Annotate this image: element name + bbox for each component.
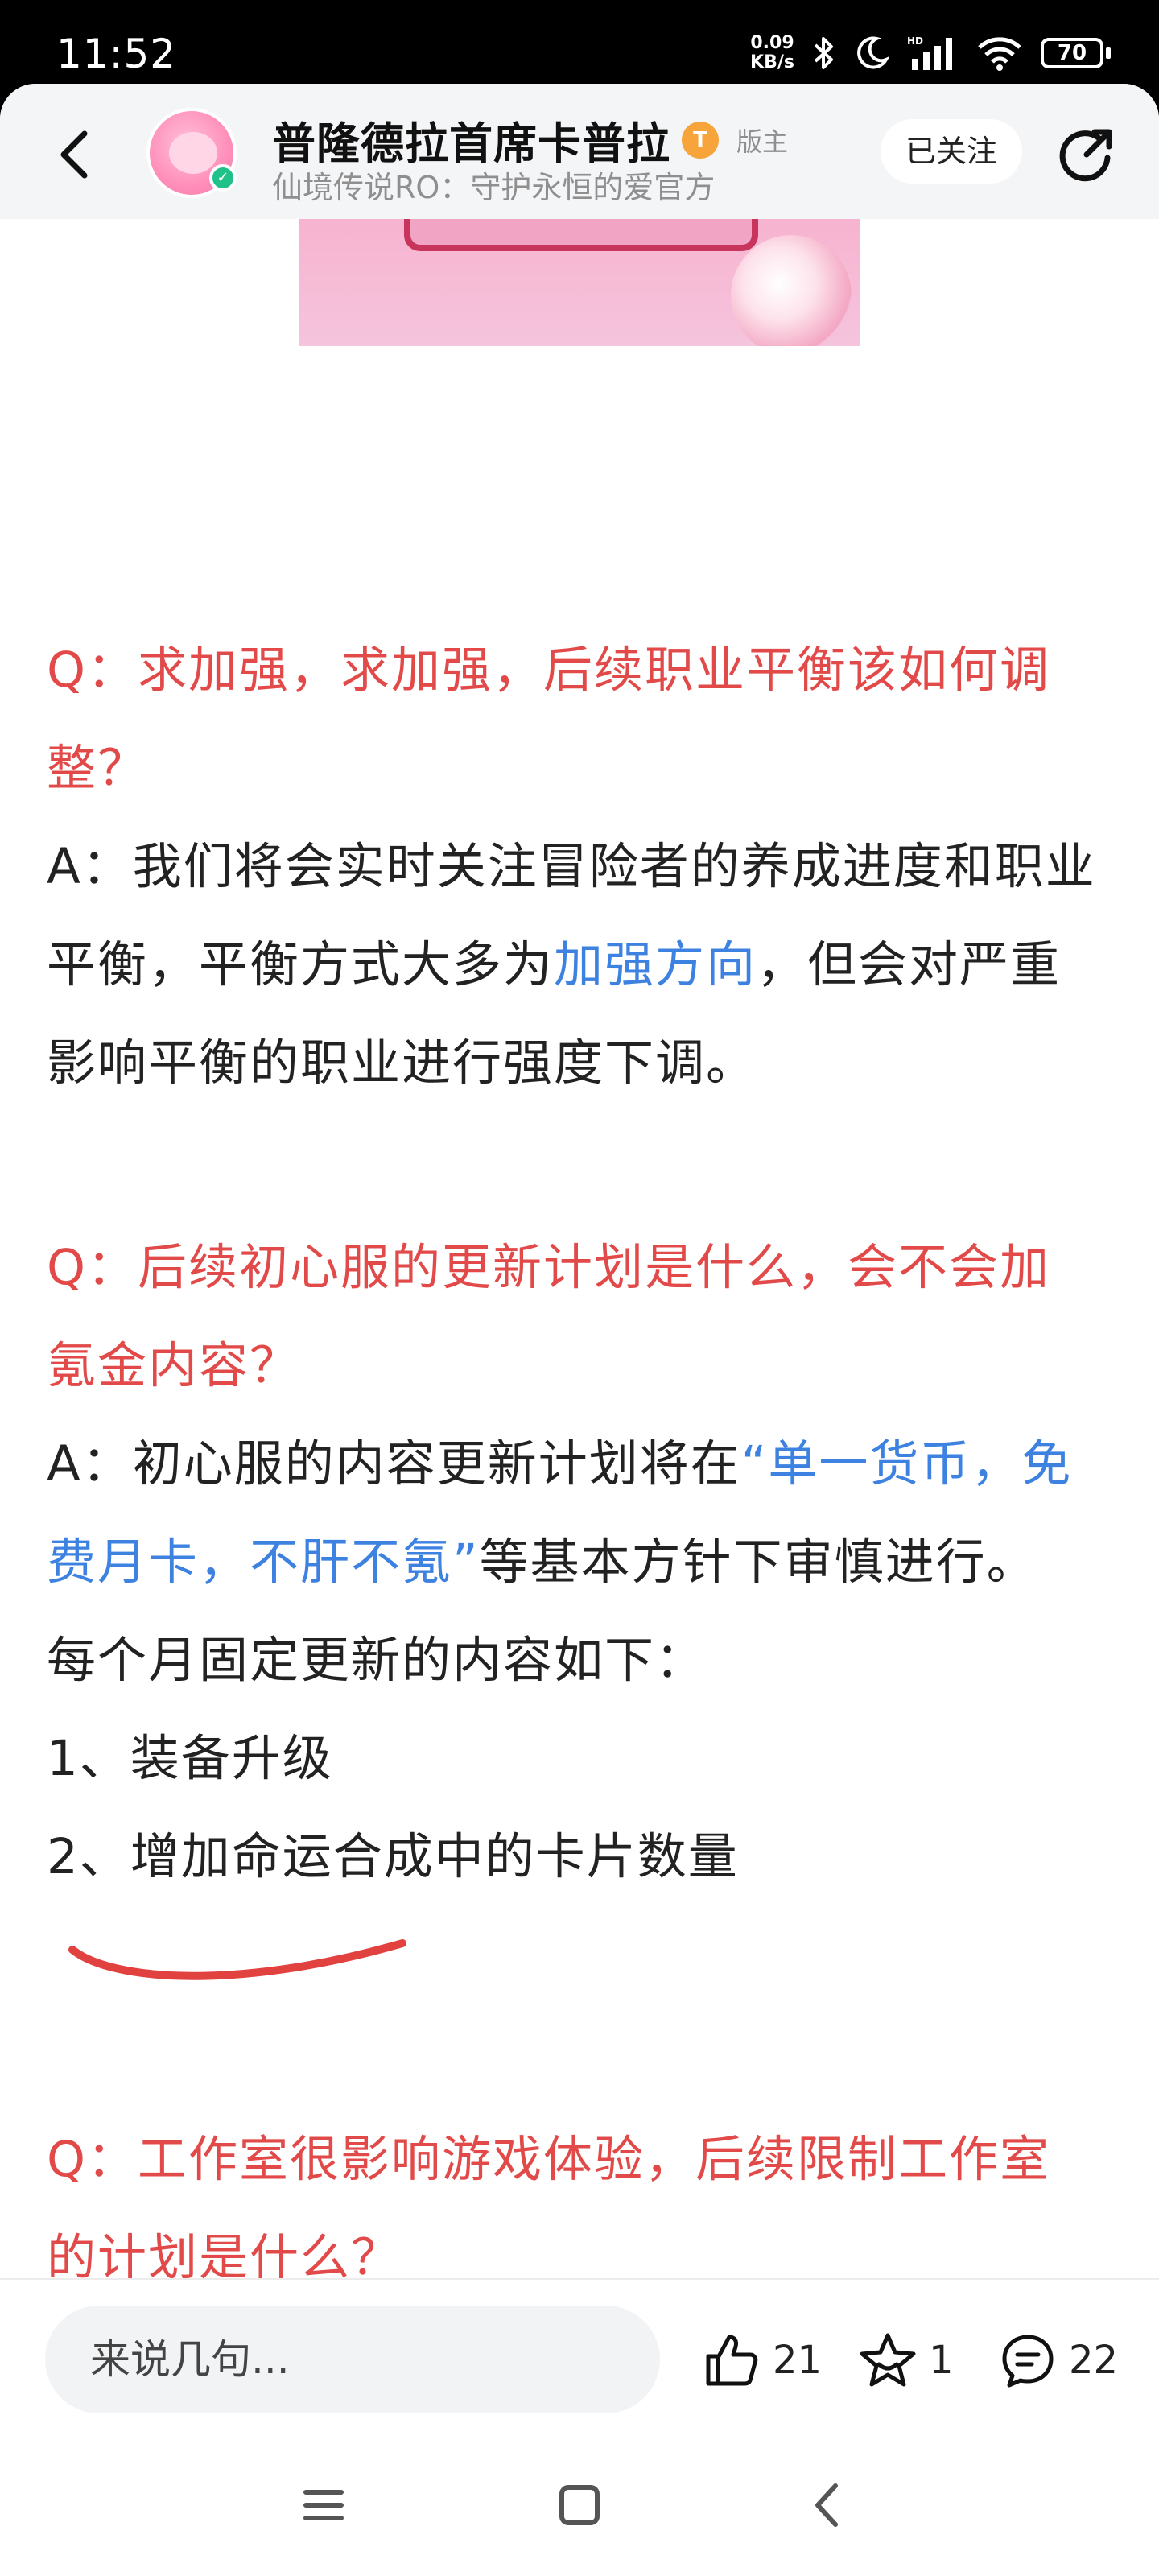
menu-icon[interactable] <box>291 2473 356 2537</box>
answer-2-line-1: A：初心服的内容更新计划将在“单一货币，免 <box>47 1415 1117 1513</box>
comment-count: 22 <box>1069 2338 1119 2383</box>
follow-button[interactable]: 已关注 <box>881 119 1022 184</box>
home-square-icon[interactable] <box>547 2473 612 2537</box>
status-icons: 0.09 KB/s HD 70 <box>750 29 1111 77</box>
question-1-line-2: 整？ <box>47 740 149 797</box>
comment-input[interactable]: 来说几句... <box>45 2306 660 2413</box>
comment-bubble-icon <box>1002 2334 1054 2388</box>
answer-1-line-2: 平衡，平衡方式大多为加强方向，但会对严重 <box>47 916 1117 1014</box>
banner-flower <box>731 235 852 346</box>
battery-tip <box>1106 47 1111 59</box>
share-icon[interactable] <box>1054 122 1119 187</box>
banner-frame <box>404 219 758 251</box>
system-nav-bar <box>0 2425 1159 2576</box>
avatar-image <box>169 132 217 174</box>
answer-1-line-1: A：我们将会实时关注冒险者的养成进度和职业 <box>47 838 1096 895</box>
svg-text:HD: HD <box>907 35 923 47</box>
bluetooth-icon <box>814 37 833 69</box>
answer-2-line-3: 每个月固定更新的内容如下： <box>47 1632 707 1689</box>
answer-2-line-1-prefix: A：初心服的内容更新计划将在 <box>47 1435 741 1492</box>
forum-subtitle[interactable]: 仙境传说RO：守护永恒的爱官方 <box>272 163 715 207</box>
red-underline-annotation <box>68 1939 406 1980</box>
wifi-icon <box>978 37 1021 71</box>
star-icon <box>860 2333 916 2387</box>
answer-2-highlight-2: 费月卡，不肝不氪” <box>47 1534 480 1591</box>
back-chevron-icon[interactable] <box>797 2473 861 2537</box>
like-count: 21 <box>773 2338 823 2383</box>
answer-1-line-3: 影响平衡的职业进行强度下调。 <box>47 1034 757 1092</box>
answer-1: A：我们将会实时关注冒险者的养成进度和职业 平衡，平衡方式大多为加强方向，但会对… <box>47 818 1117 1113</box>
moderator-tag: 版主 <box>736 126 789 157</box>
like-button[interactable]: 21 <box>702 2328 822 2392</box>
question-1: Q：求加强，求加强，后续职业平衡该如何调 整？ <box>47 621 1117 818</box>
back-arrow-icon[interactable] <box>44 122 109 187</box>
post-content: Q：求加强，求加强，后续职业平衡该如何调 整？ A：我们将会实时关注冒险者的养成… <box>0 219 1159 2286</box>
thumbs-up-icon <box>706 2334 758 2386</box>
question-3-line-1: Q：工作室很影响游戏体验，后续限制工作室 <box>47 2131 1051 2188</box>
answer-2-highlight-1: “单一货币，免 <box>740 1435 1073 1492</box>
network-speed-unit: KB/s <box>750 52 794 72</box>
comment-button[interactable]: 22 <box>998 2328 1118 2392</box>
comment-bar: 来说几句... 21 1 22 <box>0 2280 1159 2425</box>
answer-2-line-2-suffix: 等基本方针下审慎进行。 <box>479 1534 1037 1591</box>
answer-1-highlight: 加强方向 <box>554 936 757 993</box>
signal-icon: HD <box>907 35 952 70</box>
answer-1-line-2-suffix: ，但会对严重 <box>757 936 1062 993</box>
network-speed-value: 0.09 <box>750 33 794 53</box>
battery-icon: 70 <box>1041 38 1111 68</box>
network-speed: 0.09 KB/s <box>750 34 794 72</box>
favorite-count: 1 <box>929 2338 954 2383</box>
answer-2: A：初心服的内容更新计划将在“单一货币，免 费月卡，不肝不氪”等基本方针下审慎进… <box>47 1415 1117 1906</box>
forum-avatar[interactable]: ✓ <box>146 108 237 198</box>
post-page: ✓ 普隆德拉首席卡普拉 T 版主 仙境传说RO：守护永恒的爱官方 已关注 Q：求… <box>0 84 1159 2576</box>
status-time: 11:52 <box>56 31 177 77</box>
question-2-line-1: Q：后续初心服的更新计划是什么，会不会加 <box>47 1239 1051 1296</box>
question-1-line-1: Q：求加强，求加强，后续职业平衡该如何调 <box>47 642 1051 699</box>
answer-2-item-2: 2、增加命运合成中的卡片数量 <box>47 1828 739 1885</box>
question-2: Q：后续初心服的更新计划是什么，会不会加 氪金内容？ <box>47 1219 1117 1415</box>
answer-2-line-2: 费月卡，不肝不氪”等基本方针下审慎进行。 <box>47 1513 1117 1612</box>
level-badge-icon: T <box>682 121 719 159</box>
forum-header: ✓ 普隆德拉首席卡普拉 T 版主 仙境传说RO：守护永恒的爱官方 已关注 <box>0 84 1159 219</box>
answer-1-line-2-prefix: 平衡，平衡方式大多为 <box>47 936 555 993</box>
verified-check-icon: ✓ <box>209 164 237 192</box>
favorite-button[interactable]: 1 <box>858 2328 954 2392</box>
battery-level: 70 <box>1041 38 1103 68</box>
status-bar: 11:52 0.09 KB/s HD 70 <box>0 0 1159 97</box>
moon-icon <box>857 36 889 69</box>
post-banner-image[interactable] <box>299 219 860 346</box>
question-2-line-2: 氪金内容？ <box>47 1337 301 1394</box>
answer-2-item-1: 1、装备升级 <box>47 1730 333 1787</box>
